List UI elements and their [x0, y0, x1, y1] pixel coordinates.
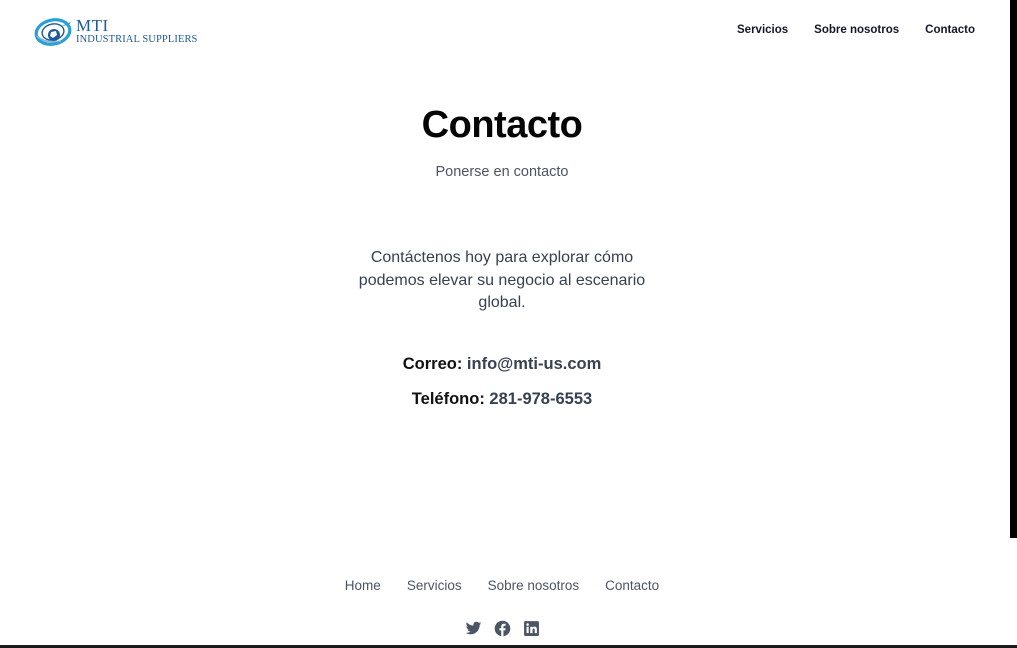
page-subtitle: Ponerse en contacto	[435, 164, 569, 180]
twitter-icon[interactable]	[465, 620, 482, 637]
phone-link[interactable]: 281-978-6553	[489, 390, 592, 408]
site-logo[interactable]: MTI INDUSTRIAL SUPPLIERS	[31, 14, 201, 48]
linkedin-icon[interactable]	[523, 620, 540, 637]
intro-text: Contáctenos hoy para explorar cómo podem…	[358, 249, 646, 311]
page: MTI INDUSTRIAL SUPPLIERS Servicios Sobre…	[0, 0, 1017, 648]
footer-link-home[interactable]: Home	[345, 578, 381, 593]
footer-link-sobre-nosotros[interactable]: Sobre nosotros	[488, 578, 580, 593]
logo-text: MTI INDUSTRIAL SUPPLIERS	[76, 17, 198, 46]
social-links	[0, 620, 1004, 637]
page-title: Contacto	[421, 104, 583, 146]
globe-logo-icon	[34, 18, 72, 46]
footer-link-servicios[interactable]: Servicios	[407, 578, 462, 593]
footer-link-contacto[interactable]: Contacto	[605, 578, 659, 593]
nav-link-servicios[interactable]: Servicios	[737, 24, 788, 36]
facebook-icon[interactable]	[494, 620, 511, 637]
phone-label: Teléfono:	[411, 390, 485, 408]
logo-line-2: INDUSTRIAL SUPPLIERS	[76, 33, 198, 45]
top-navigation: Servicios Sobre nosotros Contacto	[737, 24, 975, 36]
email-link[interactable]: info@mti-us.com	[467, 355, 601, 373]
window-edge	[1010, 0, 1017, 538]
email-row: Correo: info@mti-us.com	[0, 355, 1004, 374]
nav-link-sobre-nosotros[interactable]: Sobre nosotros	[814, 24, 899, 36]
phone-row: Teléfono: 281-978-6553	[0, 390, 1004, 409]
footer-navigation: Home Servicios Sobre nosotros Contacto	[0, 578, 1004, 593]
email-label: Correo:	[402, 355, 463, 373]
nav-link-contacto[interactable]: Contacto	[925, 24, 975, 36]
logo-line-1: MTI	[76, 15, 109, 35]
